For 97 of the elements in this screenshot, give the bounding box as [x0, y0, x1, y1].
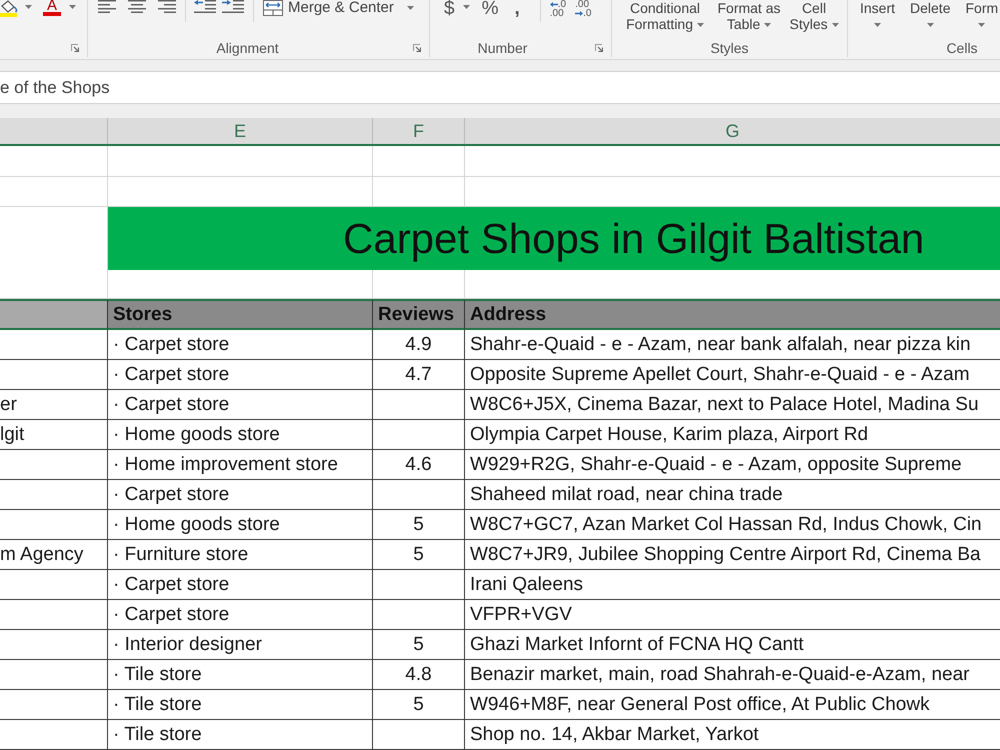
align-left-button[interactable]	[98, 0, 116, 13]
column-header[interactable]: E	[108, 118, 373, 144]
table-cell: Shahr-e-Quaid - e - Azam, near bank alfalah, near pizza kin	[465, 330, 1000, 360]
table-cell: · Carpet store	[108, 570, 373, 600]
table-cell: · Tile store	[108, 720, 373, 750]
dialog-launcher-button[interactable]	[413, 44, 421, 52]
title-banner: Carpet Shops in Gilgit Baltistan	[108, 207, 1000, 270]
header-cell: Address	[465, 299, 1000, 330]
table-cell: · Interior designer	[108, 630, 373, 660]
ribbon-button[interactable]: Cell Styles	[786, 0, 842, 32]
table-cell: Olympia Carpet House, Karim plaza, Airport Rd	[465, 420, 1000, 450]
table-cell: · Carpet store	[108, 390, 373, 420]
corner-arrow-icon	[71, 44, 79, 52]
dialog-launcher-button[interactable]	[595, 44, 603, 52]
dialog-launcher-button[interactable]	[71, 44, 79, 52]
caret-icon	[406, 6, 414, 10]
table-cell: · Carpet store	[108, 330, 373, 360]
group-label: Alignment	[216, 40, 279, 56]
merge-center-button[interactable]: Merge & Center	[263, 0, 414, 16]
table-cell: lgit	[0, 420, 108, 450]
align-center-icon	[128, 0, 146, 13]
align-right-icon	[158, 0, 176, 13]
indent-button[interactable]	[222, 0, 244, 13]
group-label: Styles	[710, 40, 749, 56]
header-cell: Stores	[108, 299, 373, 330]
table-cell: VFPR+VGV	[465, 600, 1000, 630]
ribbon-button[interactable]: Form	[965, 0, 998, 27]
font-color-button[interactable]: A	[43, 0, 61, 16]
color-swatch-icon	[43, 12, 61, 16]
caret-icon	[462, 5, 470, 9]
table-cell: Ghazi Market Infornt of FCNA HQ Cantt	[465, 630, 1000, 660]
decimal-button[interactable]: .0 .00	[550, 0, 566, 18]
column-header[interactable]: F	[373, 118, 465, 144]
table-cell: · Tile store	[108, 690, 373, 720]
caret-icon	[978, 23, 986, 27]
table-cell: 4.6	[373, 450, 465, 480]
table-cell: · Carpet store	[108, 600, 373, 630]
decimal-button[interactable]: .00 .0	[575, 0, 592, 18]
indent-button[interactable]	[194, 0, 216, 13]
dropdown-button[interactable]	[25, 5, 32, 9]
table-cell: 5	[373, 510, 465, 540]
table-cell: 4.9	[373, 330, 465, 360]
caret-icon	[69, 5, 76, 9]
ribbon-button[interactable]: Insert	[860, 0, 896, 27]
table-cell: W946+M8F, near General Post office, At Public Chowk	[465, 690, 1000, 720]
table-cell: m Agency	[0, 540, 108, 570]
arrow-icon	[550, 2, 558, 7]
table-cell: 5	[373, 630, 465, 660]
table-cell: · Home improvement store	[108, 450, 373, 480]
column-header[interactable]: G	[465, 118, 1000, 144]
comma-button[interactable]: ,	[514, 0, 520, 17]
caret-icon	[25, 5, 32, 9]
header-cell: Reviews	[373, 299, 465, 330]
table-cell: W8C7+GC7, Azan Market Col Hassan Rd, Indus Chowk, Cin	[465, 510, 1000, 540]
table-cell: Shop no. 14, Akbar Market, Yarkot	[465, 720, 1000, 750]
caret-icon	[874, 23, 881, 27]
formula-field[interactable]: e of the Shops	[0, 71, 1000, 104]
table-cell: · Home goods store	[108, 510, 373, 540]
group-label: Cells	[946, 40, 978, 56]
table-cell: W8C7+JR9, Jubilee Shopping Centre Airport Rd, Cinema Ba	[465, 540, 1000, 570]
table-cell: · Carpet store	[108, 360, 373, 390]
table-cell: Shaheed milat road, near china trade	[465, 480, 1000, 510]
caret-icon	[696, 23, 704, 28]
table-cell: 5	[373, 690, 465, 720]
caret-icon	[764, 23, 772, 28]
table-cell: er	[0, 390, 108, 420]
group-label: Number	[478, 40, 528, 56]
caret-icon	[926, 23, 934, 27]
dropdown-button[interactable]	[69, 5, 76, 9]
table-cell: W929+R2G, Shahr-e-Quaid - e - Azam, opposite Supreme	[465, 450, 1000, 480]
ribbon-button[interactable]: Format as Table	[714, 0, 784, 32]
table-cell: Opposite Supreme Apellet Court, Shahr-e-Quaid - e - Azam	[465, 360, 1000, 390]
currency-button[interactable]: $	[444, 0, 455, 17]
table-cell: · Furniture store	[108, 540, 373, 570]
caret-icon	[832, 23, 838, 28]
ribbon-button[interactable]: Conditional Formatting	[620, 0, 710, 32]
ribbon-button[interactable]: Delete	[910, 0, 950, 27]
right-arrow-lines-icon	[222, 0, 244, 13]
table-cell: · Tile store	[108, 660, 373, 690]
table-cell: Benazir market, main, road Shahrah-e-Quaid-e-Azam, near	[465, 660, 1000, 690]
dropdown-button[interactable]	[462, 5, 470, 9]
align-right-button[interactable]	[158, 0, 176, 13]
table-cell: 4.7	[373, 360, 465, 390]
corner-arrow-icon	[595, 44, 603, 52]
fill-color-button[interactable]	[0, 0, 19, 17]
table-cell: Irani Qaleens	[465, 570, 1000, 600]
table-cell: 5	[373, 540, 465, 570]
align-left-icon	[98, 0, 116, 13]
align-center-button[interactable]	[128, 0, 146, 13]
corner-arrow-icon	[413, 44, 421, 52]
table-cell: 4.8	[373, 660, 465, 690]
table-cell: · Carpet store	[108, 480, 373, 510]
percent-button[interactable]: %	[482, 0, 498, 17]
table-cell: · Home goods store	[108, 420, 373, 450]
left-arrow-lines-icon	[194, 0, 216, 13]
arrow-icon	[575, 11, 584, 16]
table-cell: W8C6+J5X, Cinema Bazar, next to Palace Hotel, Madina Su	[465, 390, 1000, 420]
